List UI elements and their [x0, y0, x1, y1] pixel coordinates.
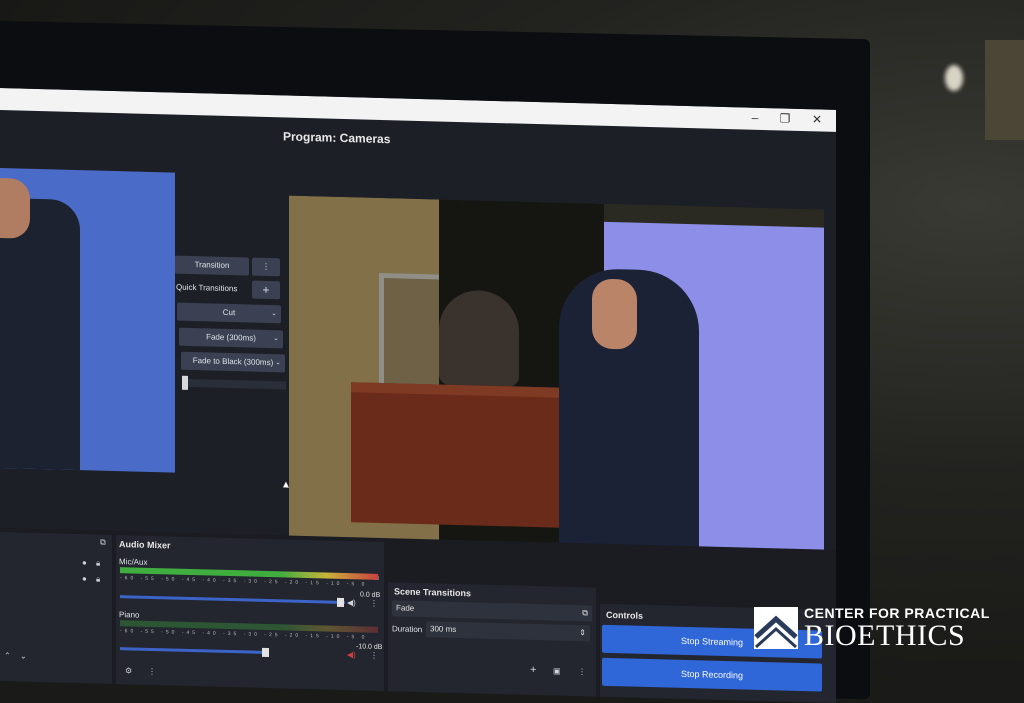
close-icon[interactable]: ✕ [806, 112, 828, 127]
watermark-logo: CENTER FOR PRACTICAL BIOETHICS [754, 605, 1004, 655]
video-speaker-woman [439, 289, 519, 387]
spinner-icon: ⇕ [579, 628, 586, 638]
plus-icon: + [262, 282, 270, 298]
mouse-cursor-icon: ▲ [281, 479, 291, 491]
transition-button[interactable]: Transition [175, 255, 249, 276]
audio-mixer-panel [116, 535, 384, 693]
preview-speaker [0, 198, 80, 471]
channel-name: Piano [119, 610, 140, 620]
quick-transition-cut[interactable]: Cut ⌄ [177, 302, 281, 324]
undock-icon[interactable]: ⧉ [100, 538, 106, 548]
kebab-icon: ⋮ [262, 261, 270, 272]
monitor-screen: – ❐ ✕ Program: Cameras Transition ⋮ Quic… [0, 88, 836, 703]
stop-recording-button[interactable]: Stop Recording [602, 657, 822, 692]
minimize-icon[interactable]: – [744, 110, 766, 125]
chevron-down-icon[interactable]: ⌄ [20, 652, 27, 661]
speaker-icon[interactable]: ◀) [347, 598, 356, 607]
channel-name: Mic/Aux [119, 557, 148, 567]
undock-icon: ⧉ [582, 608, 588, 618]
background-post [985, 40, 1024, 140]
quick-transitions-label: Quick Transitions [176, 282, 238, 294]
program-video [289, 195, 824, 568]
transition-menu-button[interactable]: ⋮ [252, 257, 280, 277]
chevron-down-icon: ⌄ [271, 310, 277, 318]
transition-select-value: Fade [396, 603, 415, 613]
program-title: Program: Cameras [283, 129, 391, 147]
kebab-icon[interactable]: ⋮ [578, 667, 586, 676]
lock-icon[interactable]: 🔒︎ [96, 559, 100, 569]
speaker-muted-icon[interactable]: ◀) [347, 650, 356, 659]
visibility-eye-icon[interactable]: ● [82, 558, 87, 567]
t-bar-thumb[interactable] [182, 375, 188, 390]
kebab-icon[interactable]: ⋮ [148, 667, 156, 676]
quick-transition-label: Fade (300ms) [206, 332, 256, 343]
maximize-icon[interactable]: ❐ [774, 111, 796, 126]
trash-icon[interactable]: ▣ [553, 666, 561, 675]
kebab-icon[interactable]: ⋮ [370, 599, 378, 608]
fader-thumb[interactable] [337, 597, 344, 608]
quick-transition-label: Fade to Black (300ms) [192, 356, 274, 368]
controls-title: Controls [606, 609, 643, 621]
preview-video [0, 168, 175, 473]
scene-transitions-title: Scene Transitions [394, 586, 472, 599]
preview-speaker-face [0, 178, 30, 239]
chevron-down-icon: ⌄ [273, 335, 279, 343]
sources-panel [0, 532, 112, 685]
logo-mark-icon [754, 607, 798, 649]
quick-transition-fade-black[interactable]: Fade to Black (300ms) ⌄ [181, 351, 285, 373]
duration-value: 300 ms [430, 624, 457, 634]
background-light [945, 65, 963, 91]
chevron-down-icon: ⌄ [275, 359, 281, 367]
gear-icon[interactable]: ⚙ [125, 666, 132, 675]
kebab-icon[interactable]: ⋮ [370, 651, 378, 660]
add-quick-transition-button[interactable]: + [252, 280, 280, 300]
plus-icon[interactable]: + [530, 664, 536, 676]
quick-transition-label: Cut [222, 307, 236, 318]
chevron-up-icon[interactable]: ⌃ [4, 651, 11, 660]
video-speaker-man-face [592, 278, 637, 350]
lock-icon-2[interactable]: 🔒︎ [96, 575, 100, 585]
visibility-eye-icon-2[interactable]: ● [82, 574, 87, 583]
video-podium [351, 382, 561, 528]
duration-label: Duration [392, 624, 423, 635]
quick-transition-fade[interactable]: Fade (300ms) ⌄ [179, 327, 283, 349]
logo-line-2: BIOETHICS [804, 619, 966, 652]
t-bar-slider[interactable] [182, 375, 286, 390]
fader-thumb[interactable] [262, 647, 269, 658]
audio-mixer-title: Audio Mixer [119, 539, 171, 551]
